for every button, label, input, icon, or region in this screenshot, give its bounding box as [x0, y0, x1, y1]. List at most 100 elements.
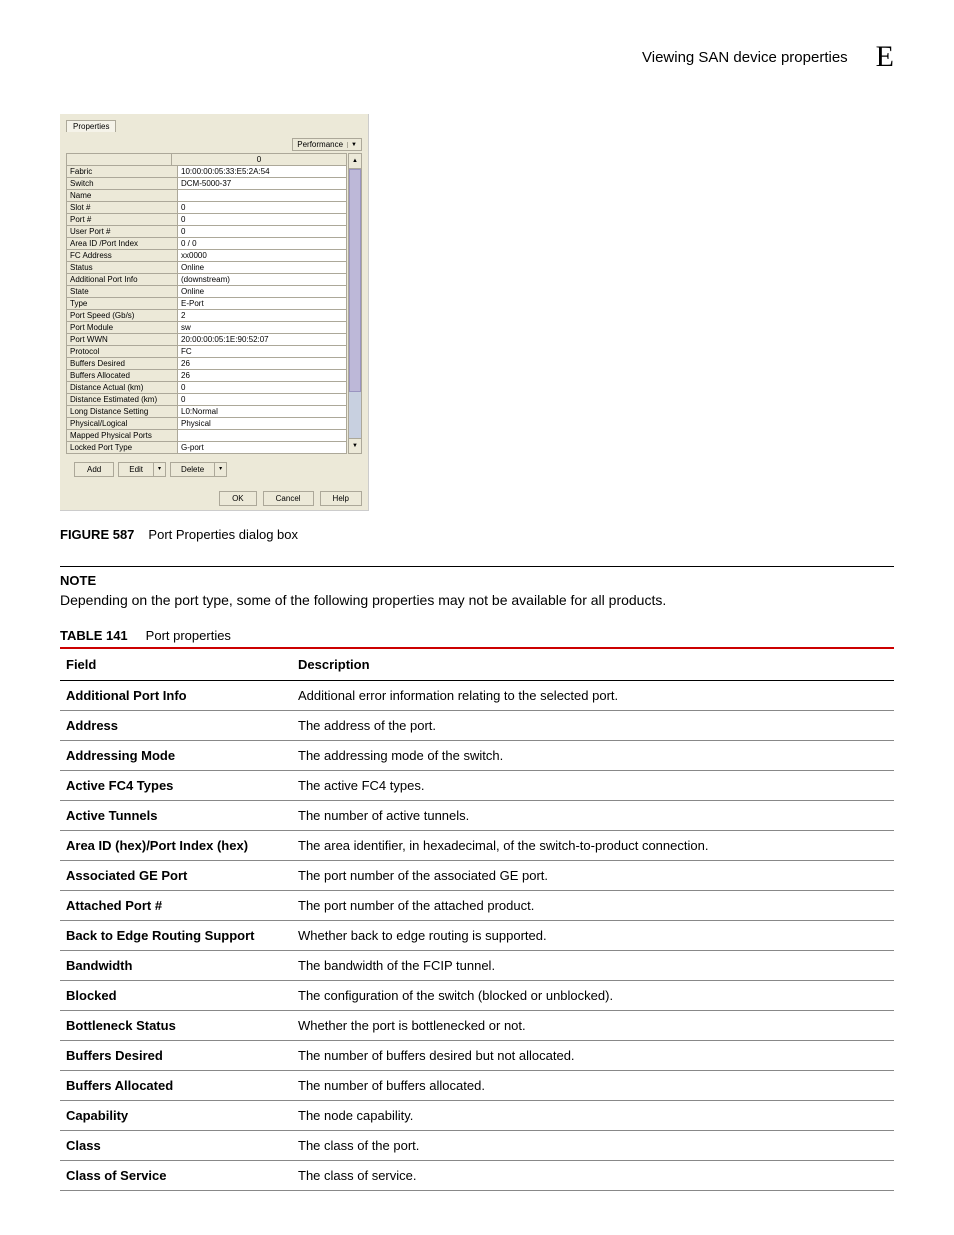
table-caption: TABLE 141Port properties: [60, 628, 894, 643]
grid-row-value: 0: [178, 382, 347, 394]
grid-row-value: 2: [178, 310, 347, 322]
grid-row: Name: [66, 190, 347, 202]
field-cell: Active Tunnels: [60, 801, 292, 831]
table-row: AddressThe address of the port.: [60, 711, 894, 741]
field-cell: Attached Port #: [60, 891, 292, 921]
grid-column-header: 0: [172, 153, 347, 166]
grid-row: Buffers Desired26: [66, 358, 347, 370]
grid-row-value: 20:00:00:05:1E:90:52:07: [178, 334, 347, 346]
cancel-button[interactable]: Cancel: [263, 491, 314, 506]
scroll-down-icon[interactable]: ▼: [348, 438, 362, 454]
field-cell: Buffers Allocated: [60, 1071, 292, 1101]
grid-row-label: Fabric: [66, 166, 178, 178]
field-cell: Blocked: [60, 981, 292, 1011]
grid-row-value: L0:Normal: [178, 406, 347, 418]
grid-row-value: Online: [178, 262, 347, 274]
vertical-scrollbar[interactable]: ▲ ▼: [348, 153, 362, 454]
grid-row-label: Long Distance Setting: [66, 406, 178, 418]
grid-row-label: Switch: [66, 178, 178, 190]
grid-row-value: G-port: [178, 442, 347, 454]
grid-row: StateOnline: [66, 286, 347, 298]
grid-row: Port Speed (Gb/s)2: [66, 310, 347, 322]
ok-button[interactable]: OK: [219, 491, 257, 506]
table-row: Buffers AllocatedThe number of buffers a…: [60, 1071, 894, 1101]
grid-row-value: 10:00:00:05:33:E5:2A:54: [178, 166, 347, 178]
desc-cell: The port number of the associated GE por…: [292, 861, 894, 891]
grid-row-label: Buffers Desired: [66, 358, 178, 370]
grid-row-label: Locked Port Type: [66, 442, 178, 454]
grid-row: User Port #0: [66, 226, 347, 238]
desc-cell: The bandwidth of the FCIP tunnel.: [292, 951, 894, 981]
grid-row-label: Slot #: [66, 202, 178, 214]
desc-cell: The area identifier, in hexadecimal, of …: [292, 831, 894, 861]
grid-row-label: Mapped Physical Ports: [66, 430, 178, 442]
grid-row-label: Port WWN: [66, 334, 178, 346]
note-label: NOTE: [60, 573, 894, 588]
grid-row-value: 0: [178, 226, 347, 238]
delete-button[interactable]: Delete ▾: [170, 462, 227, 477]
page-header: Viewing SAN device properties E: [60, 40, 894, 74]
table-row: ClassThe class of the port.: [60, 1131, 894, 1161]
desc-cell: Additional error information relating to…: [292, 681, 894, 711]
grid-row: Port Modulesw: [66, 322, 347, 334]
grid-row-label: Physical/Logical: [66, 418, 178, 430]
grid-row-label: Buffers Allocated: [66, 370, 178, 382]
field-cell: Bottleneck Status: [60, 1011, 292, 1041]
grid-row-value: Online: [178, 286, 347, 298]
scroll-up-icon[interactable]: ▲: [348, 153, 362, 169]
chevron-down-icon: ▾: [214, 462, 227, 477]
grid-row-label: Name: [66, 190, 178, 202]
table-row: Additional Port InfoAdditional error inf…: [60, 681, 894, 711]
grid-row-value: Physical: [178, 418, 347, 430]
grid-row-value: 0: [178, 202, 347, 214]
grid-row-label: Status: [66, 262, 178, 274]
field-cell: Addressing Mode: [60, 741, 292, 771]
grid-row: Physical/LogicalPhysical: [66, 418, 347, 430]
desc-cell: The number of buffers desired but not al…: [292, 1041, 894, 1071]
field-cell: Back to Edge Routing Support: [60, 921, 292, 951]
grid-row: StatusOnline: [66, 262, 347, 274]
field-cell: Class: [60, 1131, 292, 1161]
grid-row: Distance Estimated (km)0: [66, 394, 347, 406]
grid-row-label: Area ID /Port Index: [66, 238, 178, 250]
grid-row: FC Addressxx0000: [66, 250, 347, 262]
desc-cell: The class of the port.: [292, 1131, 894, 1161]
grid-row-value: E-Port: [178, 298, 347, 310]
performance-button[interactable]: Performance ▼: [292, 138, 362, 151]
field-cell: Bandwidth: [60, 951, 292, 981]
grid-row-label: User Port #: [66, 226, 178, 238]
field-cell: Capability: [60, 1101, 292, 1131]
grid-row-value: FC: [178, 346, 347, 358]
grid-row: Buffers Allocated26: [66, 370, 347, 382]
help-button[interactable]: Help: [320, 491, 362, 506]
chevron-down-icon: ▼: [347, 142, 357, 148]
desc-cell: Whether the port is bottlenecked or not.: [292, 1011, 894, 1041]
chevron-down-icon: ▾: [153, 462, 166, 477]
desc-cell: The number of buffers allocated.: [292, 1071, 894, 1101]
field-cell: Associated GE Port: [60, 861, 292, 891]
grid-row-label: Port #: [66, 214, 178, 226]
desc-cell: The configuration of the switch (blocked…: [292, 981, 894, 1011]
field-cell: Additional Port Info: [60, 681, 292, 711]
desc-cell: The active FC4 types.: [292, 771, 894, 801]
grid-row-value: 0 / 0: [178, 238, 347, 250]
grid-row-label: Distance Actual (km): [66, 382, 178, 394]
grid-row-value: 0: [178, 214, 347, 226]
field-cell: Address: [60, 711, 292, 741]
port-properties-table: Field Description Additional Port InfoAd…: [60, 649, 894, 1191]
grid-row-value: 0: [178, 394, 347, 406]
properties-grid: 0 Fabric10:00:00:05:33:E5:2A:54SwitchDCM…: [66, 153, 347, 454]
edit-button[interactable]: Edit ▾: [118, 462, 166, 477]
grid-row-label: FC Address: [66, 250, 178, 262]
header-letter: E: [876, 40, 894, 74]
desc-cell: Whether back to edge routing is supporte…: [292, 921, 894, 951]
grid-row: Port WWN20:00:00:05:1E:90:52:07: [66, 334, 347, 346]
grid-row: Additional Port Info(downstream): [66, 274, 347, 286]
table-row: CapabilityThe node capability.: [60, 1101, 894, 1131]
desc-cell: The address of the port.: [292, 711, 894, 741]
note-text: Depending on the port type, some of the …: [60, 592, 894, 608]
grid-row-value: DCM-5000-37: [178, 178, 347, 190]
grid-row-value: 26: [178, 370, 347, 382]
tab-properties[interactable]: Properties: [66, 120, 116, 132]
add-button[interactable]: Add: [74, 462, 114, 477]
